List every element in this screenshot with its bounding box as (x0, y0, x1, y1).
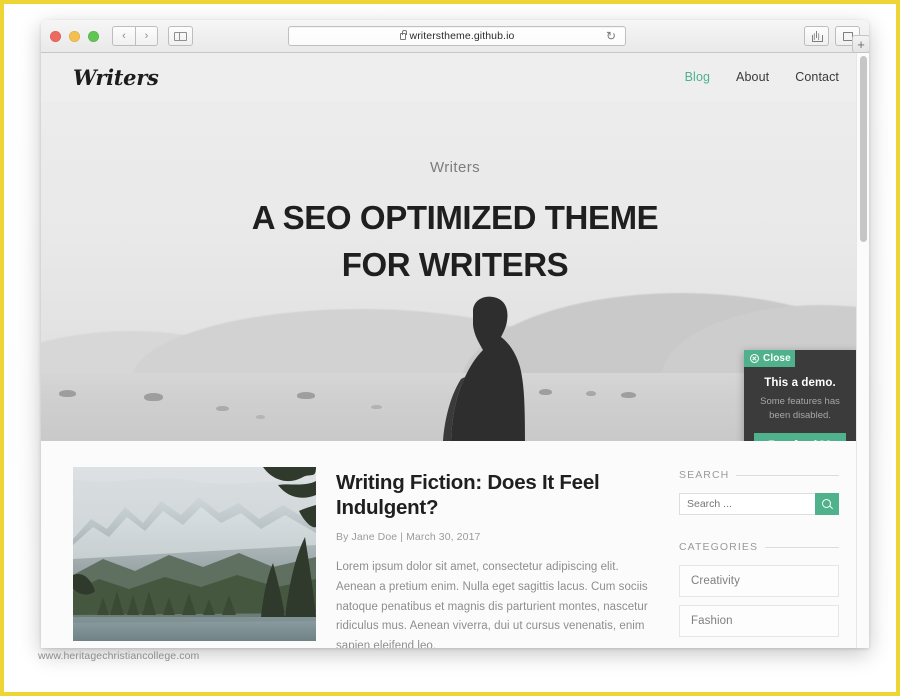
site-header: Writers Blog About Contact (41, 53, 869, 101)
lock-icon (399, 30, 408, 40)
desert-rock (144, 393, 163, 401)
close-circle-icon (750, 354, 759, 363)
demo-popup: Close This a demo. Some features has bee… (744, 350, 856, 441)
categories-widget-title: CATEGORIES (679, 541, 759, 553)
window-controls (50, 30, 99, 42)
widget-divider (736, 474, 839, 476)
site-navigation: Blog About Contact (685, 70, 839, 84)
magnifier-icon (822, 499, 832, 509)
demo-popup-body: This a demo. Some features has been disa… (744, 367, 856, 441)
browser-toolbar: ‹ › writerstheme.github.io ↻ + (41, 20, 869, 53)
share-icon (812, 30, 823, 42)
widget-divider (765, 546, 839, 548)
hero-title: A SEO OPTIMIZED THEME FOR WRITERS (41, 194, 869, 288)
search-widget-header: SEARCH (679, 469, 839, 481)
tabs-icon (842, 31, 853, 41)
watermark: www.heritagechristiancollege.com (38, 650, 200, 662)
browser-window: ‹ › writerstheme.github.io ↻ + Writers B… (41, 20, 869, 648)
hero-content: Writers A SEO OPTIMIZED THEME FOR WRITER… (41, 101, 869, 288)
search-widget-title: SEARCH (679, 469, 730, 481)
hero-section: Writers A SEO OPTIMIZED THEME FOR WRITER… (41, 101, 869, 441)
page-root: ‹ › writerstheme.github.io ↻ + Writers B… (8, 8, 892, 688)
demo-popup-subtitle: Some features has been disabled. (760, 396, 840, 421)
desert-rock (586, 391, 596, 396)
categories-list: Creativity Fashion (679, 565, 839, 637)
reload-icon[interactable]: ↻ (606, 30, 616, 42)
page-viewport: Writers Blog About Contact Writers A SEO… (41, 53, 869, 648)
desert-rock (371, 405, 382, 409)
back-button[interactable]: ‹ (112, 26, 135, 46)
demo-close-label: Close (763, 353, 791, 364)
search-form (679, 493, 839, 515)
address-bar-content: writerstheme.github.io (399, 30, 515, 42)
desert-rock (59, 390, 76, 397)
categories-widget-header: CATEGORIES (679, 541, 839, 553)
zoom-window-button[interactable] (88, 30, 99, 42)
page-scrollbar[interactable] (856, 53, 869, 648)
site-logo[interactable]: Writers (73, 65, 159, 90)
post-excerpt: Lorem ipsum dolor sit amet, consectetur … (336, 561, 648, 648)
navigation-buttons: ‹ › (112, 26, 158, 46)
person-silhouette-image (443, 296, 525, 441)
content-area: Writing Fiction: Does It Feel Indulgent?… (41, 441, 869, 648)
post-thumbnail[interactable] (73, 467, 316, 641)
demo-close-button[interactable]: Close (744, 350, 795, 367)
search-submit-button[interactable] (815, 493, 839, 515)
desert-rock (297, 392, 315, 399)
show-sidebar-button[interactable] (168, 26, 193, 46)
hero-title-line-2: FOR WRITERS (341, 246, 569, 284)
nav-link-contact[interactable]: Contact (795, 70, 839, 84)
nav-link-about[interactable]: About (736, 70, 769, 84)
post-card: Writing Fiction: Does It Feel Indulgent?… (73, 467, 655, 648)
url-text: writerstheme.github.io (409, 30, 515, 42)
new-tab-button[interactable]: + (852, 35, 869, 53)
mountain-lake-image (73, 467, 316, 641)
nav-link-blog[interactable]: Blog (685, 70, 710, 84)
post-meta: By Jane Doe | March 30, 2017 (336, 531, 481, 543)
sidebar: SEARCH CATEGORIES Creativit (679, 467, 839, 648)
demo-popup-title: This a demo. (764, 377, 836, 389)
scrollbar-thumb[interactable] (860, 56, 867, 242)
search-input[interactable] (679, 493, 815, 515)
sidebar-icon (174, 31, 187, 41)
desert-rock (539, 389, 552, 395)
list-item[interactable]: Creativity (679, 565, 839, 597)
list-item[interactable]: Fashion (679, 605, 839, 637)
hero-title-line-1: A SEO OPTIMIZED THEME (251, 199, 659, 236)
post-text-block: Writing Fiction: Does It Feel Indulgent?… (336, 467, 655, 648)
desert-rock (621, 392, 636, 398)
forward-button[interactable]: › (135, 26, 158, 46)
buy-button[interactable]: Buy for $39 (754, 432, 846, 441)
share-button[interactable] (804, 26, 829, 46)
post-title[interactable]: Writing Fiction: Does It Feel Indulgent? (336, 470, 655, 520)
hero-eyebrow: Writers (429, 159, 481, 176)
close-window-button[interactable] (50, 30, 61, 42)
desert-rock (216, 406, 229, 411)
minimize-window-button[interactable] (69, 30, 80, 42)
desert-rock (256, 415, 265, 419)
address-bar[interactable]: writerstheme.github.io ↻ (288, 26, 626, 46)
